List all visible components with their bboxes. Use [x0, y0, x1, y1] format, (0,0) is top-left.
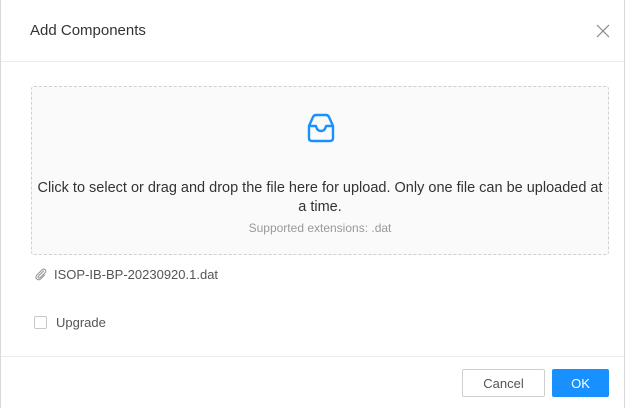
upload-instructions: Click to select or drag and drop the fil…: [37, 180, 603, 215]
upgrade-option[interactable]: Upgrade: [34, 313, 106, 331]
supported-extensions: Supported extensions: .dat: [248, 221, 392, 235]
dialog-footer: Cancel OK: [1, 356, 624, 409]
close-icon: [596, 24, 610, 38]
dialog-header: Add Components: [1, 0, 624, 62]
paperclip-icon: [35, 268, 47, 281]
inbox-icon: [307, 113, 335, 143]
cancel-button[interactable]: Cancel: [462, 369, 545, 397]
upgrade-label: Upgrade: [56, 314, 106, 330]
uploaded-file-name: ISOP-IB-BP-20230920.1.dat: [54, 266, 219, 282]
add-components-dialog: Add Components Click to select or drag a…: [0, 0, 625, 408]
ok-button[interactable]: OK: [552, 369, 609, 397]
uploaded-file-item: ISOP-IB-BP-20230920.1.dat: [34, 265, 218, 283]
upgrade-checkbox[interactable]: [34, 315, 47, 329]
close-button[interactable]: [592, 20, 614, 42]
upload-dropzone[interactable]: Click to select or drag and drop the fil…: [31, 86, 609, 255]
dialog-title: Add Components: [30, 22, 146, 39]
